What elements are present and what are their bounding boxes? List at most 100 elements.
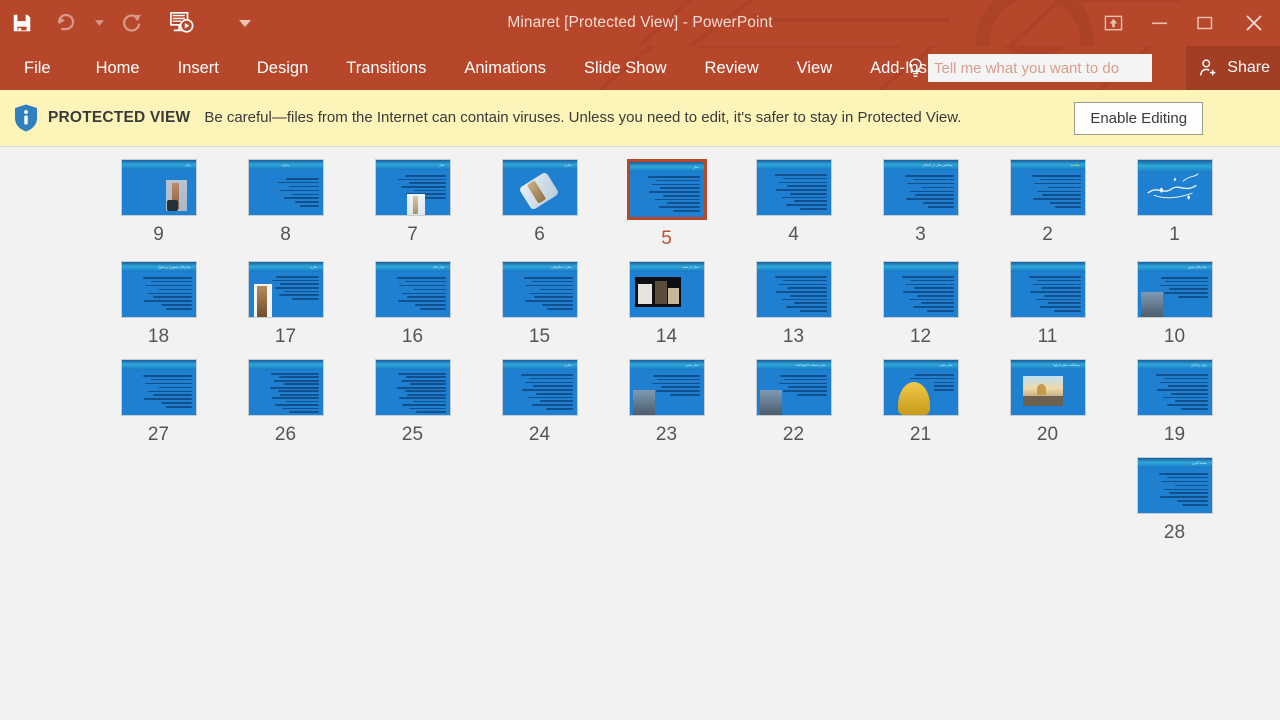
slide-header-wave [375, 360, 450, 370]
slide-preview[interactable]: منار [120, 159, 197, 216]
slide-number: 27 [147, 424, 170, 445]
share-button[interactable]: Share [1186, 46, 1280, 90]
slide-thumbnail-9[interactable]: منار 9 [95, 159, 222, 250]
save-button[interactable] [0, 3, 44, 43]
slide-thumbnail-24[interactable]: مناره 24 [476, 359, 603, 446]
slide-thumbnail-11[interactable]: 11 [984, 261, 1111, 348]
ribbon-tabs: File Home Insert Design Transitions Anim… [18, 46, 946, 90]
slide-thumbnail-6[interactable]: مناره 6 [476, 159, 603, 250]
slide-thumbnail-1[interactable]: 1 [1111, 159, 1238, 250]
minimize-button[interactable] [1136, 6, 1182, 40]
slide-preview[interactable] [755, 159, 832, 216]
enable-editing-button[interactable]: Enable Editing [1074, 101, 1204, 135]
slide-preview[interactable]: منارهای مدور [1136, 261, 1213, 318]
slide-preview[interactable] [755, 261, 832, 318]
slide-preview[interactable]: منار [374, 159, 451, 216]
tab-design[interactable]: Design [238, 46, 327, 90]
slide-sorter-pane[interactable]: منار 9 مناره 8 منار 7 مناره 6 منار 5 4 پیدایش منار … [0, 147, 1280, 719]
protected-view-label: PROTECTED VIEW [48, 109, 191, 126]
tab-file[interactable]: File [18, 46, 77, 90]
slide-thumbnail-26[interactable]: 26 [222, 359, 349, 446]
slide-thumbnail-2[interactable]: مقدمه 2 [984, 159, 1111, 250]
slide-preview[interactable]: مناره [247, 261, 324, 318]
share-label: Share [1227, 59, 1270, 76]
redo-button[interactable] [110, 3, 154, 43]
slide-preview[interactable]: نتیجه گیری [1136, 457, 1213, 514]
slide-preview[interactable]: منار مصر [628, 359, 705, 416]
slide-thumbnail-25[interactable]: 25 [349, 359, 476, 446]
slide-thumbnail-18[interactable]: منارهای تیموری و مغول 18 [95, 261, 222, 348]
tab-slide-show[interactable]: Slide Show [565, 46, 686, 90]
slide-thumbnail-7[interactable]: منار 7 [349, 159, 476, 250]
slide-preview[interactable]: منارهای تیموری و مغول [120, 261, 197, 318]
slide-thumbnail-21[interactable]: منار میلی 21 [857, 359, 984, 446]
slide-preview[interactable] [1136, 159, 1213, 216]
slide-image [412, 196, 418, 214]
slide-preview[interactable] [1009, 261, 1086, 318]
slide-preview[interactable] [247, 359, 324, 416]
slide-preview[interactable] [374, 359, 451, 416]
slide-preview[interactable] [120, 359, 197, 416]
tab-animations[interactable]: Animations [445, 46, 565, 90]
tab-home[interactable]: Home [77, 46, 159, 90]
slide-preview[interactable]: منار [626, 159, 707, 220]
redo-icon [123, 14, 141, 32]
slide-preview[interactable]: منار مسجد جامع ابیانه [755, 359, 832, 416]
slide-thumbnail-10[interactable]: منارهای مدور 10 [1111, 261, 1238, 348]
slide-preview[interactable]: میل رادکان [1136, 359, 1213, 416]
slide-title: منار در شب [681, 265, 699, 269]
slide-preview[interactable]: مناره [501, 359, 578, 416]
undo-icon [57, 13, 75, 31]
slide-number: 16 [401, 326, 424, 347]
tab-view[interactable]: View [778, 46, 851, 90]
undo-button[interactable] [44, 3, 88, 43]
slide-thumbnail-20[interactable]: مسافت میان ارچها 20 [984, 359, 1111, 446]
slide-title: مسافت میان ارچها [1053, 363, 1080, 367]
restore-button[interactable] [1182, 6, 1228, 40]
tab-review[interactable]: Review [686, 46, 778, 90]
slide-preview[interactable]: مقدمه [1009, 159, 1086, 216]
slide-thumbnail-5[interactable]: منار 5 [603, 159, 730, 250]
slide-preview[interactable]: منار میلی [882, 359, 959, 416]
slide-preview[interactable]: مناره سلجوقی [501, 261, 578, 318]
slide-image [759, 390, 782, 415]
tell-me-input[interactable]: Tell me what you want to do [928, 54, 1152, 82]
slide-header-wave [1010, 262, 1085, 272]
slide-thumbnail-23[interactable]: منار مصر 23 [603, 359, 730, 446]
slide-preview[interactable]: منار جام [374, 261, 451, 318]
slide-preview[interactable]: منار در شب [628, 261, 705, 318]
slide-thumbnail-14[interactable]: منار در شب 14 [603, 261, 730, 348]
slide-preview[interactable]: مناره [247, 159, 324, 216]
slide-title: مناره [310, 265, 318, 269]
slide-row: 27 26 25 مناره 24 منار مصر 23 منار مسجد جامع اب… [0, 359, 1280, 446]
undo-dropdown[interactable] [88, 3, 110, 43]
close-button[interactable] [1228, 6, 1280, 40]
ribbon-display-options-button[interactable] [1090, 6, 1136, 40]
slide-thumbnail-27[interactable]: 27 [95, 359, 222, 446]
slide-number: 12 [909, 326, 932, 347]
start-slideshow-button[interactable] [154, 3, 210, 43]
slide-thumbnail-19[interactable]: میل رادکان 19 [1111, 359, 1238, 446]
slide-thumbnail-13[interactable]: 13 [730, 261, 857, 348]
chevron-down-icon [94, 20, 104, 26]
slide-thumbnail-22[interactable]: منار مسجد جامع ابیانه 22 [730, 359, 857, 446]
slide-image [166, 200, 178, 211]
slideshow-icon [170, 12, 194, 33]
slide-preview[interactable]: مسافت میان ارچها [1009, 359, 1086, 416]
slide-title: میل رادکان [1190, 363, 1207, 367]
customize-qat-dropdown[interactable] [234, 3, 256, 43]
slide-thumbnail-15[interactable]: مناره سلجوقی 15 [476, 261, 603, 348]
slide-thumbnail-3[interactable]: پیدایش منار در اسلام 3 [857, 159, 984, 250]
slide-thumbnail-17[interactable]: مناره 17 [222, 261, 349, 348]
slide-thumbnail-28[interactable]: نتیجه گیری 28 [1111, 457, 1238, 544]
slide-preview[interactable]: پیدایش منار در اسلام [882, 159, 959, 216]
tab-insert[interactable]: Insert [159, 46, 238, 90]
slide-thumbnail-16[interactable]: منار جام 16 [349, 261, 476, 348]
slide-thumbnail-8[interactable]: مناره 8 [222, 159, 349, 250]
slide-preview[interactable] [882, 261, 959, 318]
slide-thumbnail-4[interactable]: 4 [730, 159, 857, 250]
slide-thumbnail-12[interactable]: 12 [857, 261, 984, 348]
slide-preview[interactable]: مناره [501, 159, 578, 216]
slide-title: منار جام [432, 265, 445, 269]
tab-transitions[interactable]: Transitions [327, 46, 445, 90]
